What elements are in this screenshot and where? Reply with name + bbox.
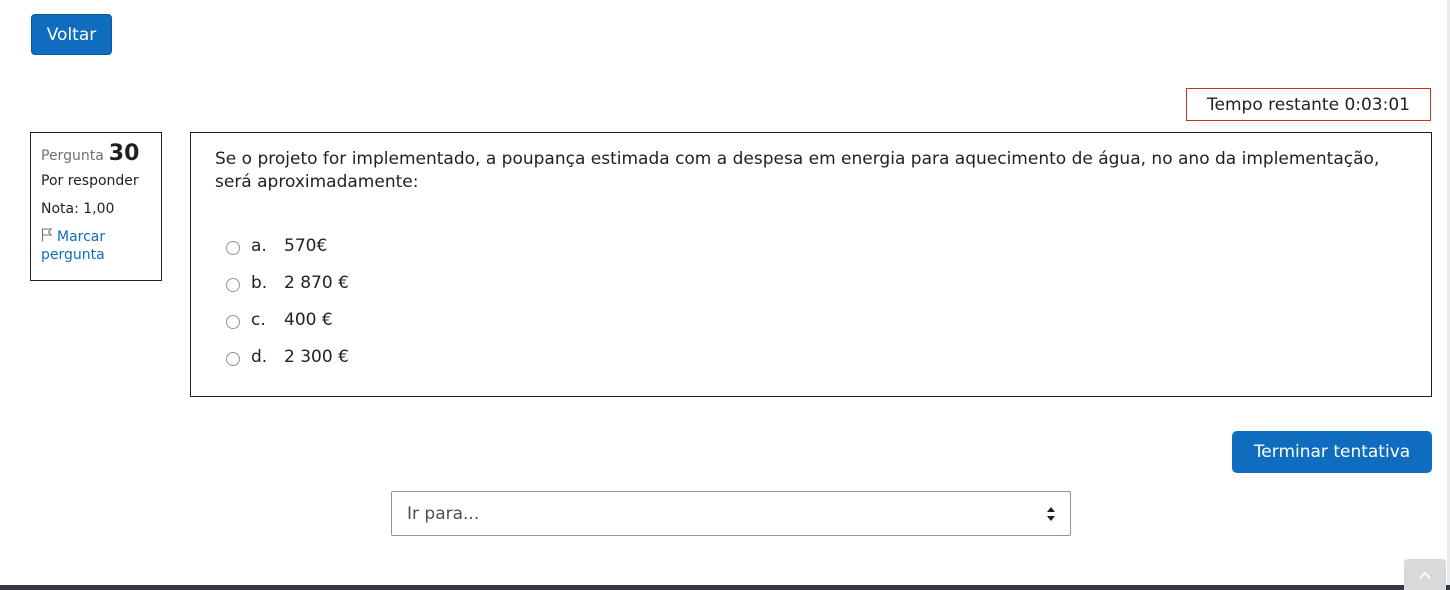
question-grade: Nota: 1,00 bbox=[41, 201, 115, 217]
answer-letter: d. bbox=[251, 346, 268, 367]
flag-question-link[interactable]: Marcar pergunta bbox=[41, 228, 151, 264]
answer-option-d[interactable]: d. 2 300 € bbox=[226, 338, 349, 375]
radio-button[interactable] bbox=[226, 351, 240, 366]
answer-option-c[interactable]: c. 400 € bbox=[226, 301, 349, 338]
chevron-up-icon bbox=[1419, 571, 1431, 579]
radio-button[interactable] bbox=[226, 240, 240, 255]
radio-button[interactable] bbox=[226, 277, 240, 292]
question-state: Por responder bbox=[41, 173, 139, 189]
question-number: 30 bbox=[108, 141, 140, 166]
finish-attempt-button[interactable]: Terminar tentativa bbox=[1232, 431, 1432, 473]
select-arrows-icon bbox=[1047, 507, 1055, 521]
answer-text: 2 870 € bbox=[284, 272, 349, 293]
answer-option-a[interactable]: a. 570€ bbox=[226, 227, 349, 264]
answer-text: 2 300 € bbox=[284, 346, 349, 367]
answer-text: 570€ bbox=[284, 235, 328, 256]
radio-button[interactable] bbox=[226, 314, 240, 329]
question-text: Se o projeto for implementado, a poupanç… bbox=[215, 149, 1380, 192]
jump-to-selected-value: Ir para... bbox=[407, 503, 480, 524]
jump-to-select[interactable]: Ir para... bbox=[391, 491, 1071, 536]
answer-list: a. 570€ b. 2 870 € c. 400 € d. 2 300 € bbox=[226, 227, 349, 375]
answer-letter: c. bbox=[251, 309, 266, 330]
flag-icon bbox=[41, 228, 53, 242]
page-footer bbox=[0, 585, 1450, 590]
quiz-page: Voltar Tempo restante 0:03:01 Pergunta 3… bbox=[0, 0, 1450, 590]
answer-text: 400 € bbox=[284, 309, 333, 330]
answer-letter: b. bbox=[251, 272, 268, 293]
time-remaining: Tempo restante 0:03:01 bbox=[1186, 88, 1431, 121]
question-header: Pergunta 30 bbox=[41, 141, 151, 166]
question-panel: Se o projeto for implementado, a poupanç… bbox=[190, 132, 1432, 397]
question-info-panel: Pergunta 30 Por responder Nota: 1,00 Mar… bbox=[30, 132, 162, 281]
answer-letter: a. bbox=[251, 235, 267, 256]
question-label: Pergunta bbox=[41, 148, 104, 164]
back-to-top-button[interactable] bbox=[1404, 559, 1446, 590]
answer-option-b[interactable]: b. 2 870 € bbox=[226, 264, 349, 301]
back-button[interactable]: Voltar bbox=[31, 14, 112, 55]
